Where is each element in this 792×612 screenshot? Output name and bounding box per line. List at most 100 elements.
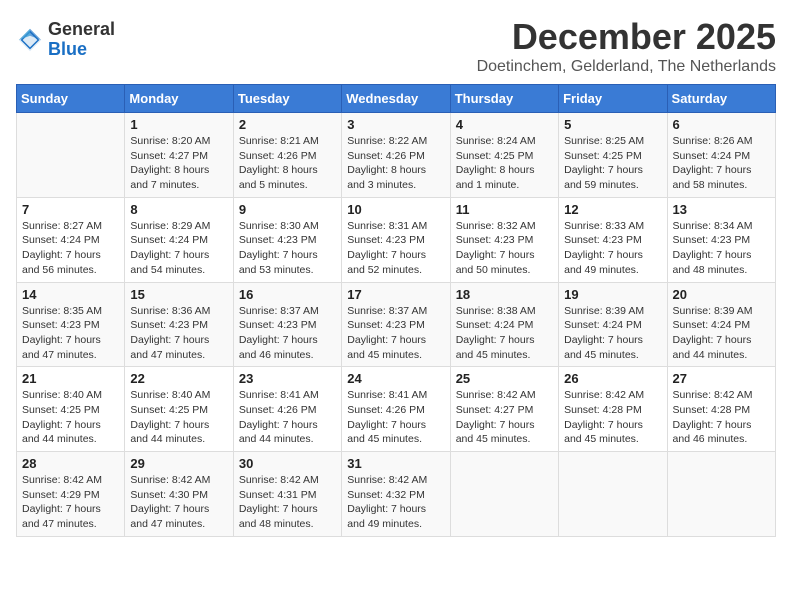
cell-content: Sunrise: 8:42 AMSunset: 4:28 PMDaylight:…: [564, 388, 661, 447]
logo: General Blue: [16, 20, 115, 60]
day-number: 15: [130, 287, 227, 302]
day-number: 6: [673, 117, 770, 132]
day-number: 4: [456, 117, 553, 132]
month-title: December 2025: [477, 16, 776, 58]
calendar-cell: 10 Sunrise: 8:31 AMSunset: 4:23 PMDayligh…: [342, 197, 450, 282]
day-number: 9: [239, 202, 336, 217]
day-header-tuesday: Tuesday: [233, 85, 341, 113]
day-number: 5: [564, 117, 661, 132]
calendar-cell: 16 Sunrise: 8:37 AMSunset: 4:23 PMDayligh…: [233, 282, 341, 367]
day-header-saturday: Saturday: [667, 85, 775, 113]
calendar-cell: 13Sunrise: 8:34 AMSunset: 4:23 PMDayligh…: [667, 197, 775, 282]
day-number: 20: [673, 287, 770, 302]
cell-content: Sunrise: 8:22 AMSunset: 4:26 PMDaylight:…: [347, 134, 444, 193]
cell-content: Sunrise: 8:29 AMSunset: 4:24 PMDaylight:…: [130, 219, 227, 278]
calendar-week-1: 1 Sunrise: 8:20 AMSunset: 4:27 PMDaylight…: [17, 113, 776, 198]
day-number: 18: [456, 287, 553, 302]
day-number: 10: [347, 202, 444, 217]
cell-content: Sunrise: 8:40 AMSunset: 4:25 PMDaylight:…: [22, 388, 119, 447]
day-number: 3: [347, 117, 444, 132]
cell-content: Sunrise: 8:36 AMSunset: 4:23 PMDaylight:…: [130, 304, 227, 363]
cell-content: Sunrise: 8:41 AMSunset: 4:26 PMDaylight:…: [239, 388, 336, 447]
cell-content: Sunrise: 8:40 AMSunset: 4:25 PMDaylight:…: [130, 388, 227, 447]
day-header-thursday: Thursday: [450, 85, 558, 113]
day-number: 23: [239, 371, 336, 386]
calendar-table: SundayMondayTuesdayWednesdayThursdayFrid…: [16, 84, 776, 537]
day-number: 27: [673, 371, 770, 386]
cell-content: Sunrise: 8:33 AMSunset: 4:23 PMDaylight:…: [564, 219, 661, 278]
logo-blue: Blue: [48, 40, 115, 60]
day-header-sunday: Sunday: [17, 85, 125, 113]
day-number: 17: [347, 287, 444, 302]
cell-content: Sunrise: 8:35 AMSunset: 4:23 PMDaylight:…: [22, 304, 119, 363]
location-subtitle: Doetinchem, Gelderland, The Netherlands: [477, 58, 776, 76]
day-number: 2: [239, 117, 336, 132]
calendar-cell: 8 Sunrise: 8:29 AMSunset: 4:24 PMDaylight…: [125, 197, 233, 282]
day-number: 26: [564, 371, 661, 386]
cell-content: Sunrise: 8:21 AMSunset: 4:26 PMDaylight:…: [239, 134, 336, 193]
calendar-cell: 20 Sunrise: 8:39 AMSunset: 4:24 PMDayligh…: [667, 282, 775, 367]
day-header-monday: Monday: [125, 85, 233, 113]
cell-content: Sunrise: 8:32 AMSunset: 4:23 PMDaylight:…: [456, 219, 553, 278]
cell-content: Sunrise: 8:37 AMSunset: 4:23 PMDaylight:…: [347, 304, 444, 363]
day-number: 19: [564, 287, 661, 302]
day-number: 7: [22, 202, 119, 217]
header: General Blue December 2025 Doetinchem, G…: [16, 16, 776, 76]
calendar-cell: 9 Sunrise: 8:30 AMSunset: 4:23 PMDaylight…: [233, 197, 341, 282]
cell-content: Sunrise: 8:34 AMSunset: 4:23 PMDaylight:…: [673, 219, 770, 278]
day-header-wednesday: Wednesday: [342, 85, 450, 113]
calendar-cell: 19Sunrise: 8:39 AMSunset: 4:24 PMDayligh…: [559, 282, 667, 367]
calendar-cell: 6 Sunrise: 8:26 AMSunset: 4:24 PMDaylight…: [667, 113, 775, 198]
cell-content: Sunrise: 8:24 AMSunset: 4:25 PMDaylight:…: [456, 134, 553, 193]
calendar-cell: 22Sunrise: 8:40 AMSunset: 4:25 PMDayligh…: [125, 367, 233, 452]
day-number: 14: [22, 287, 119, 302]
day-number: 30: [239, 456, 336, 471]
calendar-cell: 29 Sunrise: 8:42 AMSunset: 4:30 PMDayligh…: [125, 452, 233, 537]
calendar-cell: 17 Sunrise: 8:37 AMSunset: 4:23 PMDayligh…: [342, 282, 450, 367]
calendar-cell: 31Sunrise: 8:42 AMSunset: 4:32 PMDayligh…: [342, 452, 450, 537]
day-number: 8: [130, 202, 227, 217]
calendar-cell: 15 Sunrise: 8:36 AMSunset: 4:23 PMDayligh…: [125, 282, 233, 367]
calendar-week-3: 14 Sunrise: 8:35 AMSunset: 4:23 PMDayligh…: [17, 282, 776, 367]
calendar-header-row: SundayMondayTuesdayWednesdayThursdayFrid…: [17, 85, 776, 113]
calendar-cell: 18 Sunrise: 8:38 AMSunset: 4:24 PMDayligh…: [450, 282, 558, 367]
cell-content: Sunrise: 8:31 AMSunset: 4:23 PMDaylight:…: [347, 219, 444, 278]
cell-content: Sunrise: 8:37 AMSunset: 4:23 PMDaylight:…: [239, 304, 336, 363]
cell-content: Sunrise: 8:38 AMSunset: 4:24 PMDaylight:…: [456, 304, 553, 363]
day-number: 16: [239, 287, 336, 302]
calendar-cell: 2 Sunrise: 8:21 AMSunset: 4:26 PMDaylight…: [233, 113, 341, 198]
calendar-cell: [17, 113, 125, 198]
day-number: 11: [456, 202, 553, 217]
calendar-cell: [559, 452, 667, 537]
calendar-cell: 25Sunrise: 8:42 AMSunset: 4:27 PMDayligh…: [450, 367, 558, 452]
calendar-cell: 12 Sunrise: 8:33 AMSunset: 4:23 PMDayligh…: [559, 197, 667, 282]
cell-content: Sunrise: 8:39 AMSunset: 4:24 PMDaylight:…: [673, 304, 770, 363]
day-number: 29: [130, 456, 227, 471]
calendar-cell: 24Sunrise: 8:41 AMSunset: 4:26 PMDayligh…: [342, 367, 450, 452]
cell-content: Sunrise: 8:42 AMSunset: 4:29 PMDaylight:…: [22, 473, 119, 532]
cell-content: Sunrise: 8:42 AMSunset: 4:30 PMDaylight:…: [130, 473, 227, 532]
logo-icon: [16, 26, 44, 54]
calendar-week-2: 7Sunrise: 8:27 AMSunset: 4:24 PMDaylight…: [17, 197, 776, 282]
calendar-cell: 7Sunrise: 8:27 AMSunset: 4:24 PMDaylight…: [17, 197, 125, 282]
calendar-cell: 3 Sunrise: 8:22 AMSunset: 4:26 PMDaylight…: [342, 113, 450, 198]
calendar-cell: 21 Sunrise: 8:40 AMSunset: 4:25 PMDayligh…: [17, 367, 125, 452]
logo-text: General Blue: [48, 20, 115, 60]
day-number: 21: [22, 371, 119, 386]
cell-content: Sunrise: 8:42 AMSunset: 4:28 PMDaylight:…: [673, 388, 770, 447]
calendar-cell: 11 Sunrise: 8:32 AMSunset: 4:23 PMDayligh…: [450, 197, 558, 282]
day-number: 24: [347, 371, 444, 386]
cell-content: Sunrise: 8:26 AMSunset: 4:24 PMDaylight:…: [673, 134, 770, 193]
day-number: 28: [22, 456, 119, 471]
calendar-cell: 14 Sunrise: 8:35 AMSunset: 4:23 PMDayligh…: [17, 282, 125, 367]
cell-content: Sunrise: 8:30 AMSunset: 4:23 PMDaylight:…: [239, 219, 336, 278]
calendar-cell: 26 Sunrise: 8:42 AMSunset: 4:28 PMDayligh…: [559, 367, 667, 452]
cell-content: Sunrise: 8:42 AMSunset: 4:27 PMDaylight:…: [456, 388, 553, 447]
day-number: 12: [564, 202, 661, 217]
calendar-cell: 4 Sunrise: 8:24 AMSunset: 4:25 PMDaylight…: [450, 113, 558, 198]
calendar-week-5: 28 Sunrise: 8:42 AMSunset: 4:29 PMDayligh…: [17, 452, 776, 537]
calendar-cell: 30Sunrise: 8:42 AMSunset: 4:31 PMDayligh…: [233, 452, 341, 537]
cell-content: Sunrise: 8:20 AMSunset: 4:27 PMDaylight:…: [130, 134, 227, 193]
day-number: 1: [130, 117, 227, 132]
title-area: December 2025 Doetinchem, Gelderland, Th…: [477, 16, 776, 76]
